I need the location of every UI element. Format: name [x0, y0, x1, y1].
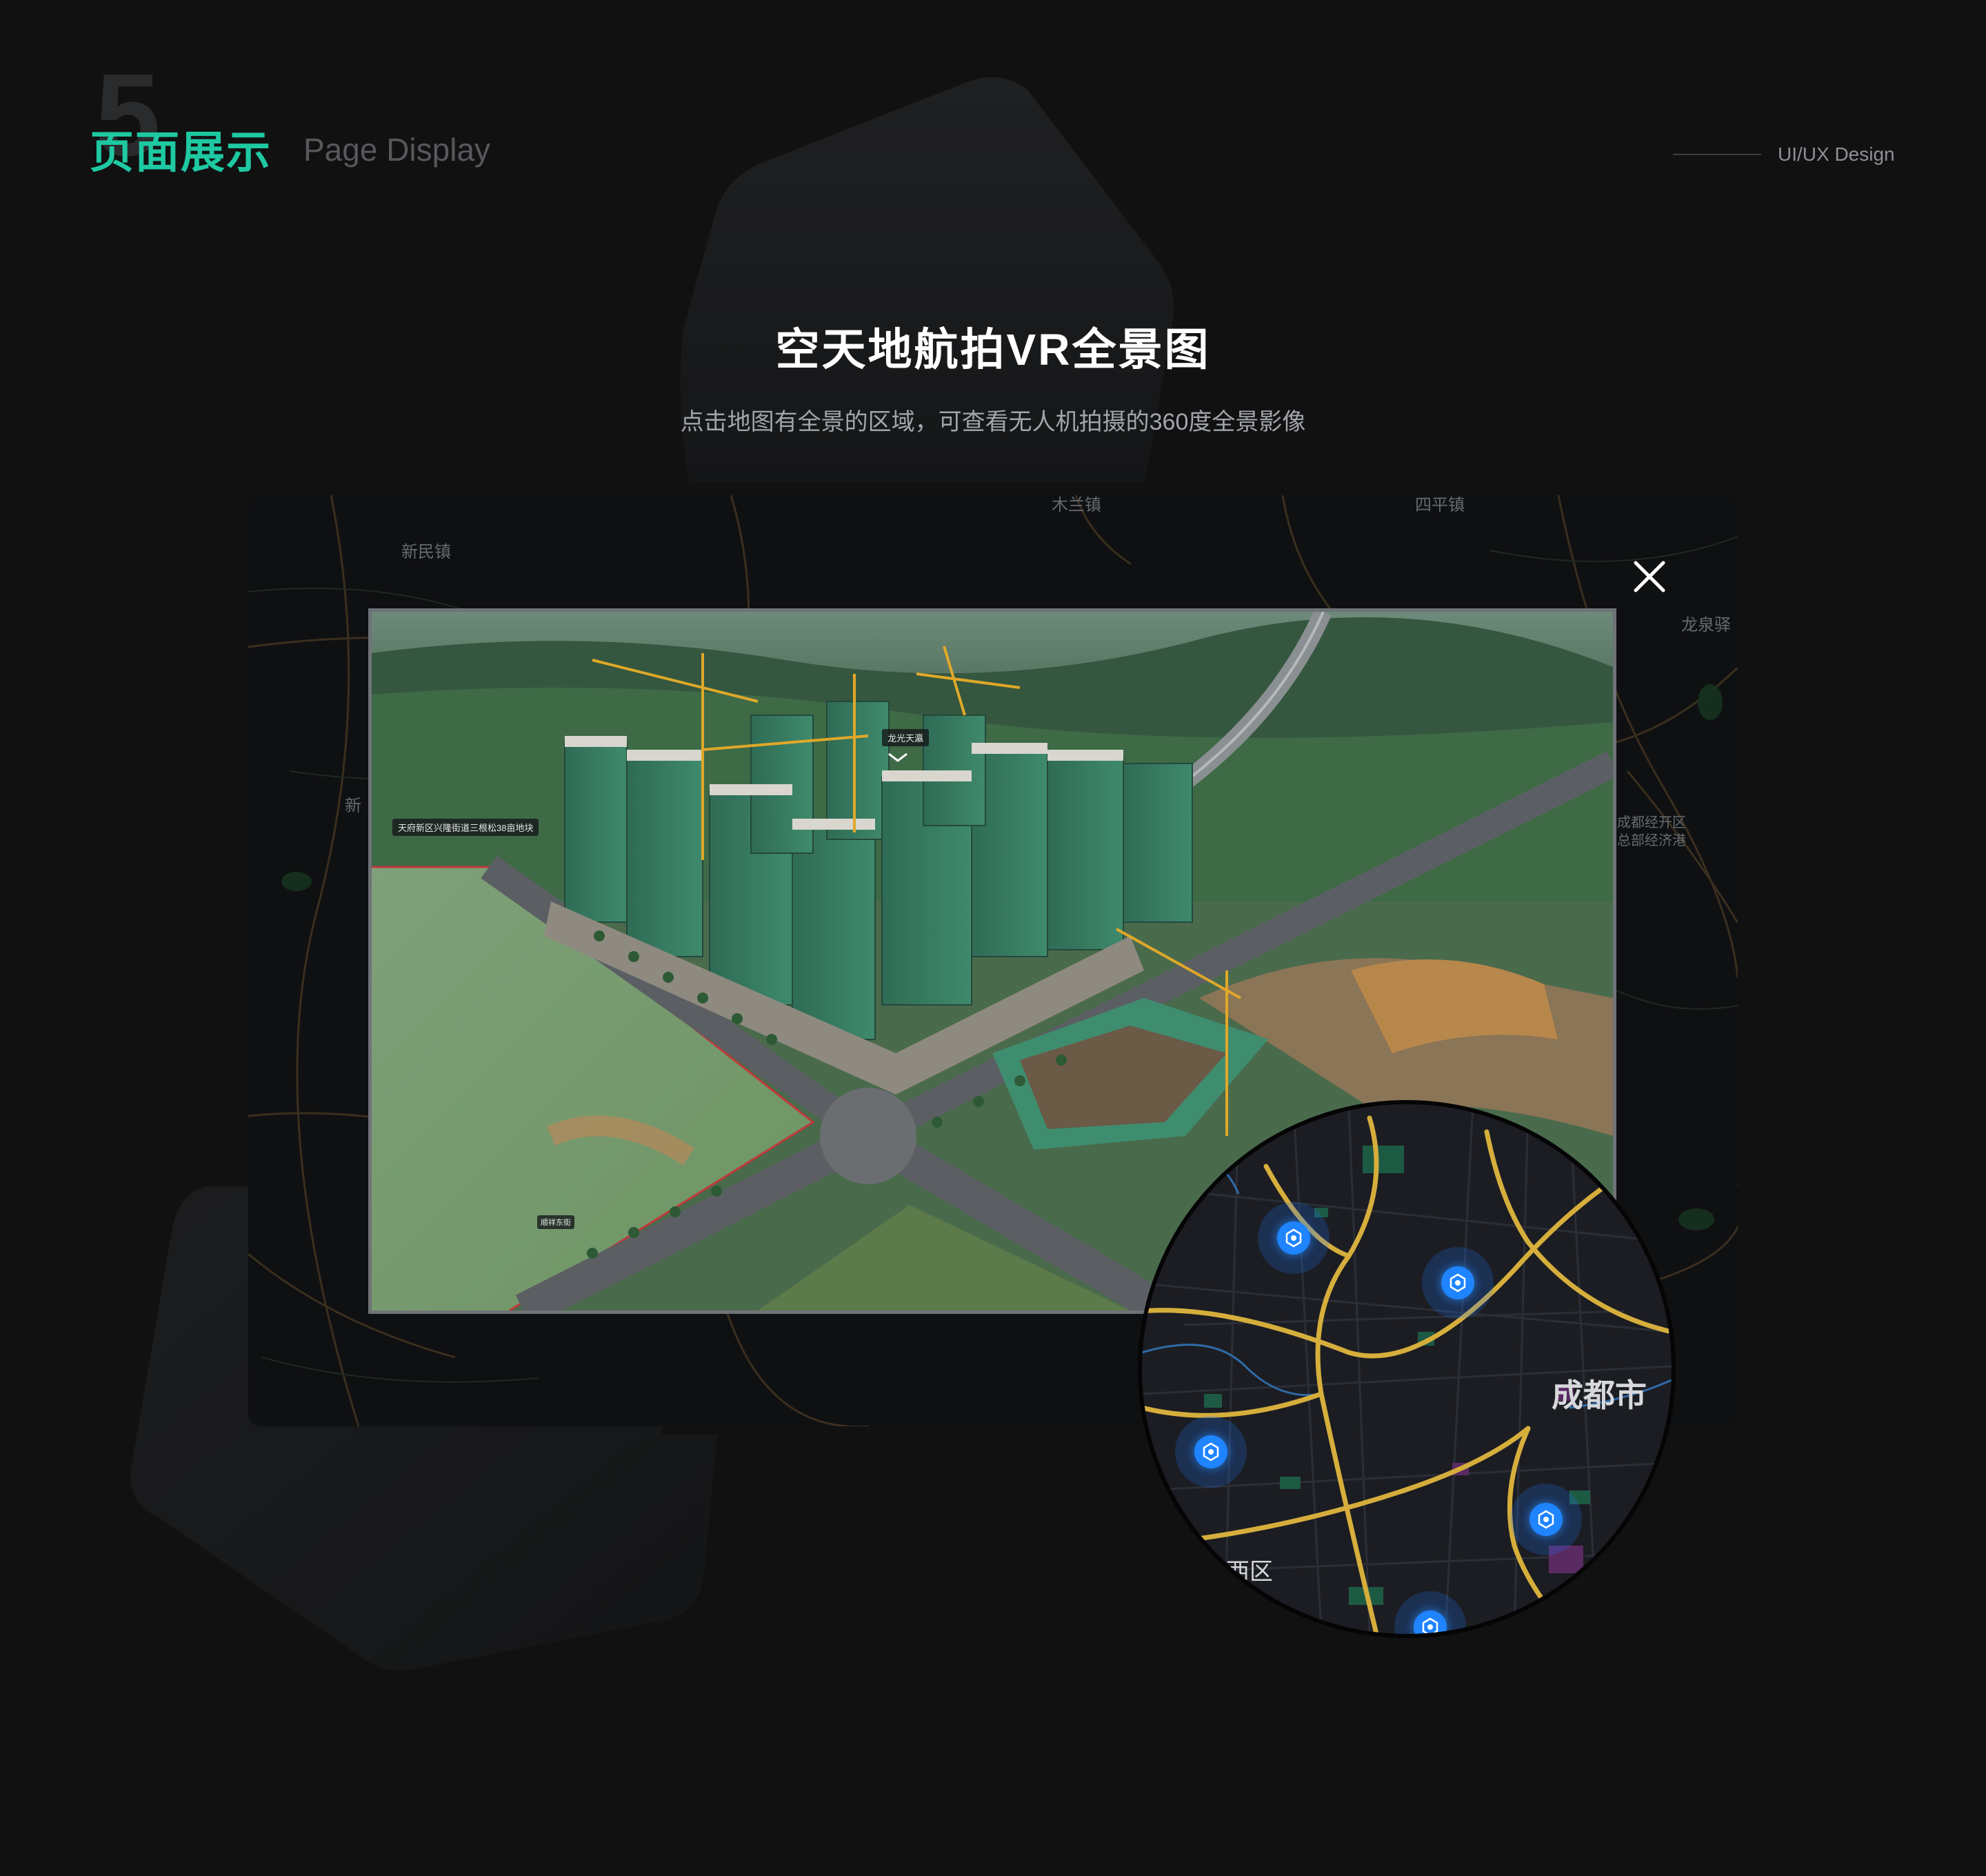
header-divider	[1673, 154, 1761, 155]
location-tag[interactable]: 龙光天瀛	[882, 729, 930, 746]
header-tagline: UI/UX Design	[1778, 143, 1895, 165]
map-label: 总部经济港	[1617, 833, 1686, 848]
vr-panorama-icon	[1538, 1510, 1554, 1529]
chevron-down-icon	[888, 752, 907, 762]
map-label: 龙泉驿	[1681, 616, 1731, 635]
map-label: 四平镇	[1415, 496, 1465, 515]
magnifier-map[interactable]: 成都市 西区	[1138, 1100, 1676, 1638]
section-title-cn: 页面展示	[90, 128, 272, 177]
page-subtitle: 点击地图有全景的区域，可查看无人机拍摄的360度全景影像	[680, 409, 1306, 435]
vr-panorama-icon	[1422, 1617, 1438, 1634]
vr-marker[interactable]	[1422, 1247, 1494, 1319]
vr-panorama-icon	[1450, 1273, 1466, 1293]
vr-marker[interactable]	[1175, 1416, 1247, 1488]
page-title: 空天地航拍VR全景图	[775, 325, 1211, 375]
map-label: 新	[345, 797, 361, 815]
vr-panorama-icon	[1203, 1442, 1219, 1461]
map-label: 成都经开区	[1617, 815, 1686, 830]
magnifier-roads	[1142, 1104, 1672, 1634]
map-label: 新民镇	[401, 543, 451, 561]
vr-marker[interactable]	[1510, 1484, 1582, 1555]
vr-panorama-icon	[1285, 1228, 1302, 1248]
district-label: 西区	[1226, 1559, 1273, 1585]
city-label: 成都市	[1552, 1377, 1647, 1413]
plot-tag[interactable]: 天府新区兴隆街道三根松38亩地块	[392, 819, 539, 836]
vr-marker[interactable]	[1258, 1202, 1330, 1274]
map-label: 木兰镇	[1052, 496, 1101, 515]
close-button[interactable]	[1629, 556, 1670, 597]
road-tag[interactable]: 顺祥东街	[537, 1215, 574, 1229]
close-icon	[1634, 561, 1665, 592]
section-title-en: Page Display	[303, 132, 491, 168]
